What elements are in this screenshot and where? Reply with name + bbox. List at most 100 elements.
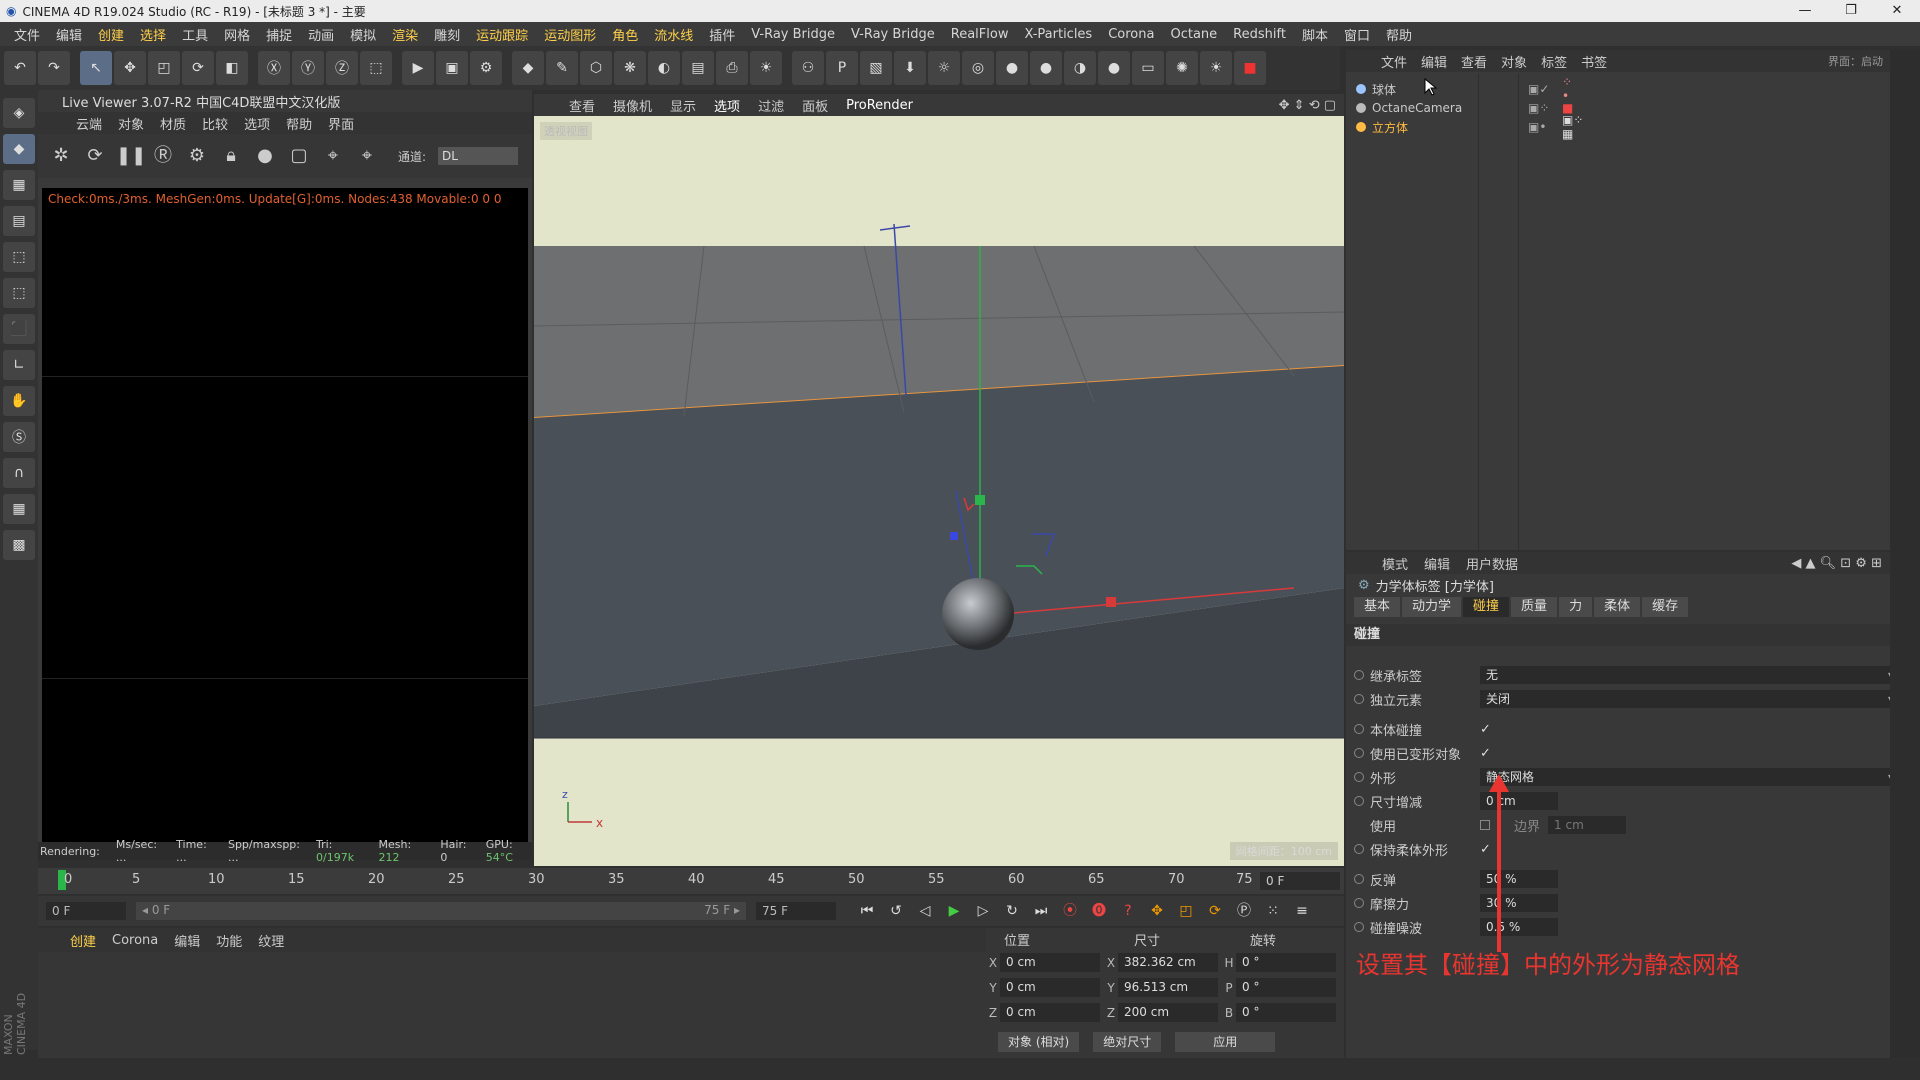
border-field[interactable]: 1 cm xyxy=(1548,816,1627,834)
rot-b-field[interactable]: 0 ° xyxy=(1236,1003,1336,1022)
edges-mode-icon[interactable]: ⬚ xyxy=(3,278,35,308)
maximize-button[interactable]: ❐ xyxy=(1828,0,1874,22)
lv-refresh-icon[interactable]: ⟳ xyxy=(82,143,108,169)
rot-p-field[interactable]: 0 ° xyxy=(1236,978,1336,997)
goto-end-icon[interactable]: ⏭ xyxy=(1028,899,1054,923)
menu-window[interactable]: 窗口 xyxy=(1336,25,1378,44)
lv-frame-icon[interactable]: ▢ xyxy=(286,143,312,169)
polygons-mode-icon[interactable]: ⬛ xyxy=(3,314,35,344)
timeline[interactable]: 0 5 10 15 20 25 30 35 40 45 50 55 60 65 … xyxy=(38,868,1344,894)
om-menu-view[interactable]: 查看 xyxy=(1454,52,1494,71)
prop-radio[interactable] xyxy=(1354,670,1364,680)
snap-icon[interactable]: Ⓢ xyxy=(3,422,35,452)
box-icon[interactable]: ▧ xyxy=(860,51,892,85)
pen-icon[interactable]: ✎ xyxy=(546,51,578,85)
tab-mass[interactable]: 质量 xyxy=(1511,597,1558,617)
live-viewer-canvas[interactable]: Check:0ms./3ms. MeshGen:0ms. Update[G]:0… xyxy=(42,188,528,842)
prop-radio[interactable] xyxy=(1354,874,1364,884)
move-tool-icon[interactable]: ✥ xyxy=(114,51,146,85)
lv-menu-cloud[interactable]: 云端 xyxy=(68,114,110,133)
xpresso-icon[interactable]: ⚇ xyxy=(792,51,824,85)
mat-menu-edit[interactable]: 编辑 xyxy=(166,931,208,950)
menu-motion-tracking[interactable]: 运动跟踪 xyxy=(468,25,536,44)
camera-icon[interactable]: ⎙ xyxy=(716,51,748,85)
am-menu-userdata[interactable]: 用户数据 xyxy=(1458,554,1526,573)
recent-tool-icon[interactable]: ◧ xyxy=(216,51,248,85)
scale-tool-icon[interactable]: ◰ xyxy=(148,51,180,85)
menu-tools[interactable]: 工具 xyxy=(174,25,216,44)
om-menu-objects[interactable]: 对象 xyxy=(1494,52,1534,71)
gear-green-icon[interactable]: ✺ xyxy=(1166,51,1198,85)
shape-dropdown[interactable]: 静态网格 xyxy=(1480,768,1900,786)
tab-collision[interactable]: 碰撞 xyxy=(1463,597,1510,617)
x-axis-cap[interactable] xyxy=(1106,597,1116,607)
deformer-icon[interactable]: ◐ xyxy=(648,51,680,85)
coord-mode-select[interactable]: 对象 (相对) xyxy=(998,1031,1080,1052)
key-move-icon[interactable]: ✥ xyxy=(1144,899,1170,923)
object-row-camera[interactable]: OctaneCamera ▣⁘ ■ xyxy=(1356,99,1573,117)
cube-flags-icon[interactable]: ▣• xyxy=(1528,120,1546,134)
tab-softbody[interactable]: 柔体 xyxy=(1594,597,1641,617)
points-mode-icon[interactable]: ⬚ xyxy=(3,242,35,272)
om-menu-edit[interactable]: 编辑 xyxy=(1414,52,1454,71)
range-slider[interactable]: ◂ 0 F 75 F ▸ xyxy=(136,902,746,920)
light-icon[interactable]: ☀ xyxy=(750,51,782,85)
menu-octane[interactable]: Octane xyxy=(1162,27,1225,42)
rotate-tool-icon[interactable]: ⟳ xyxy=(182,51,214,85)
lv-sphere-icon[interactable]: ● xyxy=(252,143,278,169)
rect-light-icon[interactable]: ▭ xyxy=(1132,51,1164,85)
lv-menu-help[interactable]: 帮助 xyxy=(278,114,320,133)
lv-lock-icon[interactable]: 🔒︎ xyxy=(218,143,244,169)
prev-frame-icon[interactable]: ◁ xyxy=(912,899,938,923)
sphere-object[interactable] xyxy=(942,578,1014,650)
lv-menu-objects[interactable]: 对象 xyxy=(110,114,152,133)
object-row-sphere[interactable]: 球体 ▣✓ ⁘• xyxy=(1356,75,1572,103)
coord-system-icon[interactable]: ⬚ xyxy=(360,51,392,85)
lv-pause-icon[interactable]: ❚❚ xyxy=(116,143,146,169)
key-scale-icon[interactable]: ◰ xyxy=(1173,899,1199,923)
prop-radio[interactable] xyxy=(1354,898,1364,908)
goto-start-icon[interactable]: ⏮ xyxy=(854,899,880,923)
prop-radio[interactable] xyxy=(1354,748,1364,758)
sphere-flags-icon[interactable]: ▣✓ xyxy=(1528,82,1549,96)
tab-cache[interactable]: 缓存 xyxy=(1642,597,1689,617)
model-mode-icon[interactable]: ◈ xyxy=(3,98,35,128)
menu-realflow[interactable]: RealFlow xyxy=(943,27,1017,42)
menu-script[interactable]: 脚本 xyxy=(1294,25,1336,44)
menu-redshift[interactable]: Redshift xyxy=(1225,27,1294,42)
lv-pin-icon[interactable]: ⌖ xyxy=(354,143,380,169)
lv-region-icon[interactable]: Ⓡ xyxy=(150,143,176,169)
prop-radio[interactable] xyxy=(1354,922,1364,932)
size-z-field[interactable]: 200 cm xyxy=(1118,1003,1218,1022)
lv-settings-icon[interactable]: ⚙ xyxy=(184,143,210,169)
channel-select[interactable]: DL xyxy=(438,147,519,165)
vp-menu-view[interactable]: 查看 xyxy=(560,96,604,115)
prop-radio[interactable] xyxy=(1354,724,1364,734)
vp-menu-panel[interactable]: 面板 xyxy=(793,96,837,115)
z-axis-icon[interactable]: Ⓩ xyxy=(326,51,358,85)
menu-sculpt[interactable]: 雕刻 xyxy=(426,25,468,44)
size-y-field[interactable]: 96.513 cm xyxy=(1118,978,1218,997)
mat-menu-create[interactable]: 创建 xyxy=(62,931,104,950)
menu-pipeline[interactable]: 流水线 xyxy=(646,25,701,44)
tab-dynamics[interactable]: 动力学 xyxy=(1402,597,1462,617)
x-axis-icon[interactable]: Ⓧ xyxy=(258,51,290,85)
keyframe-help-icon[interactable]: ? xyxy=(1115,899,1141,923)
record-icon[interactable]: ■ xyxy=(1234,51,1266,85)
vp-menu-display[interactable]: 显示 xyxy=(661,96,705,115)
y-axis-icon[interactable]: Ⓨ xyxy=(292,51,324,85)
target-icon[interactable]: ◎ xyxy=(962,51,994,85)
lv-menu-compare[interactable]: 比较 xyxy=(194,114,236,133)
prop-radio[interactable] xyxy=(1354,796,1364,806)
object-mode-icon[interactable]: ◆ xyxy=(3,134,35,164)
close-button[interactable]: ✕ xyxy=(1874,0,1920,22)
lv-send-icon[interactable]: ✲ xyxy=(48,143,74,169)
object-row-cube[interactable]: 立方体 ▣• ▣⁘▦ xyxy=(1356,113,1583,141)
sphere-blue-icon[interactable]: ● xyxy=(1098,51,1130,85)
tab-force[interactable]: 力 xyxy=(1559,597,1593,617)
cube-icon[interactable]: ◆ xyxy=(512,51,544,85)
next-frame-icon[interactable]: ▷ xyxy=(970,899,996,923)
menu-create[interactable]: 创建 xyxy=(90,25,132,44)
end-frame-field[interactable]: 75 F xyxy=(756,902,836,920)
key-param-icon[interactable]: Ⓟ xyxy=(1231,899,1257,923)
